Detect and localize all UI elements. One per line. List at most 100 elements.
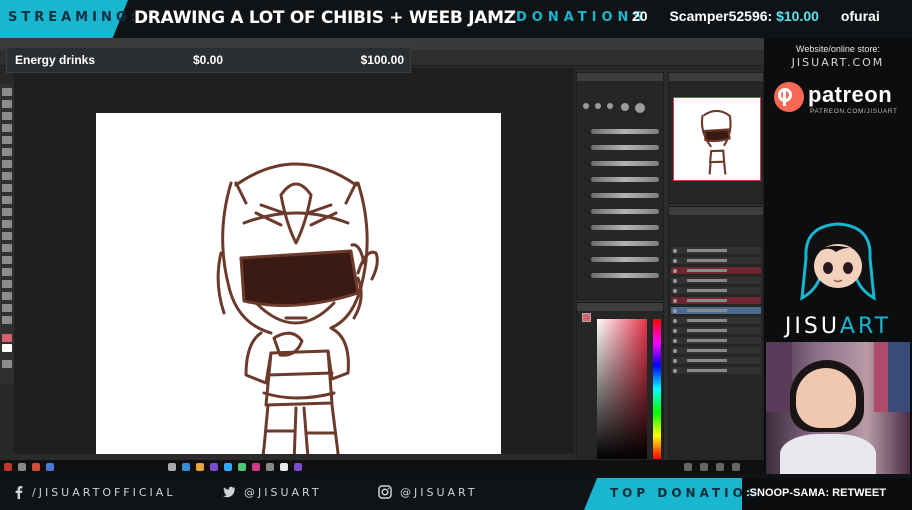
layer-row[interactable]	[671, 267, 761, 275]
brush-tip[interactable]	[583, 103, 589, 109]
brush-preset[interactable]	[591, 161, 659, 166]
eye-icon[interactable]	[673, 319, 677, 323]
eye-icon[interactable]	[673, 289, 677, 293]
eye-icon[interactable]	[673, 369, 677, 373]
app-icon[interactable]	[252, 463, 260, 471]
brush-tip[interactable]	[635, 103, 645, 113]
tray-icon[interactable]	[716, 463, 724, 471]
eye-icon[interactable]	[673, 309, 677, 313]
foreground-swatch[interactable]	[582, 313, 591, 322]
shape-tool-icon[interactable]	[2, 292, 12, 300]
background-color-swatch[interactable]	[2, 344, 12, 352]
brush-preset[interactable]	[591, 241, 659, 246]
brush-preset[interactable]	[591, 273, 659, 278]
pen-tool-icon[interactable]	[2, 256, 12, 264]
layer-row[interactable]	[671, 347, 761, 355]
brush-tool-icon[interactable]	[2, 172, 12, 180]
panel-tabs[interactable]	[577, 73, 663, 81]
navigator-thumbnail[interactable]	[673, 97, 761, 181]
app-icon[interactable]	[182, 463, 190, 471]
brush-preset[interactable]	[591, 257, 659, 262]
brush-preset[interactable]	[591, 193, 659, 198]
app-icon[interactable]	[18, 463, 26, 471]
layers-panel[interactable]	[668, 206, 764, 462]
photoshop-icon[interactable]	[224, 463, 232, 471]
bottom-banner: /JISUARTOFFICIAL @JISUART @JISUART TOP D…	[0, 474, 912, 510]
zoom-tool-icon[interactable]	[2, 316, 12, 324]
brush-tip[interactable]	[607, 103, 613, 109]
brush-preset[interactable]	[591, 225, 659, 230]
foreground-color-swatch[interactable]	[2, 334, 12, 342]
eye-icon[interactable]	[673, 259, 677, 263]
dodge-tool-icon[interactable]	[2, 244, 12, 252]
navigator-panel[interactable]	[668, 72, 764, 204]
blur-tool-icon[interactable]	[2, 232, 12, 240]
brush-preset[interactable]	[591, 145, 659, 150]
marquee-tool-icon[interactable]	[2, 100, 12, 108]
wand-tool-icon[interactable]	[2, 124, 12, 132]
drawing-canvas[interactable]	[96, 113, 501, 479]
layer-row[interactable]	[671, 367, 761, 375]
crop-tool-icon[interactable]	[2, 136, 12, 144]
eyedropper-tool-icon[interactable]	[2, 148, 12, 156]
eye-icon[interactable]	[673, 299, 677, 303]
app-icon[interactable]	[210, 463, 218, 471]
hue-slider[interactable]	[653, 319, 661, 459]
app-icon[interactable]	[168, 463, 176, 471]
eye-icon[interactable]	[673, 339, 677, 343]
layer-row[interactable]	[671, 247, 761, 255]
quick-mask-icon[interactable]	[2, 360, 12, 368]
layer-row[interactable]	[671, 317, 761, 325]
patreon-url[interactable]: PATREON.COM/JISUART	[810, 108, 898, 115]
healing-tool-icon[interactable]	[2, 160, 12, 168]
layer-row[interactable]	[671, 357, 761, 365]
layer-row[interactable]	[671, 277, 761, 285]
layer-row[interactable]	[671, 257, 761, 265]
eye-icon[interactable]	[673, 349, 677, 353]
brush-presets-panel[interactable]	[576, 72, 664, 300]
app-icon[interactable]	[46, 463, 54, 471]
brush-preset[interactable]	[591, 209, 659, 214]
brush-tip[interactable]	[621, 103, 629, 111]
app-icon[interactable]	[196, 463, 204, 471]
app-icon[interactable]	[238, 463, 246, 471]
eye-icon[interactable]	[673, 279, 677, 283]
move-tool-icon[interactable]	[2, 88, 12, 96]
app-icon[interactable]	[294, 463, 302, 471]
brush-tip[interactable]	[595, 103, 601, 109]
hand-tool-icon[interactable]	[2, 304, 12, 312]
panel-tabs[interactable]	[577, 303, 663, 311]
layer-row-selected[interactable]	[671, 307, 761, 315]
layer-row[interactable]	[671, 287, 761, 295]
saturation-field[interactable]	[597, 319, 647, 459]
tray-icon[interactable]	[700, 463, 708, 471]
eye-icon[interactable]	[673, 329, 677, 333]
app-icon[interactable]	[32, 463, 40, 471]
history-brush-tool-icon[interactable]	[2, 196, 12, 204]
color-picker-panel[interactable]	[576, 302, 664, 462]
layer-row[interactable]	[671, 297, 761, 305]
path-select-tool-icon[interactable]	[2, 280, 12, 288]
gradient-tool-icon[interactable]	[2, 220, 12, 228]
start-icon[interactable]	[4, 463, 12, 471]
type-tool-icon[interactable]	[2, 268, 12, 276]
tray-icon[interactable]	[732, 463, 740, 471]
brush-preset[interactable]	[591, 177, 659, 182]
document-workspace	[14, 68, 574, 479]
website-url[interactable]: JISUART.COM	[764, 56, 912, 69]
panel-tabs[interactable]	[669, 207, 763, 215]
tray-icon[interactable]	[684, 463, 692, 471]
layer-name	[687, 349, 727, 352]
layer-row[interactable]	[671, 337, 761, 345]
eye-icon[interactable]	[673, 249, 677, 253]
layer-row[interactable]	[671, 327, 761, 335]
lasso-tool-icon[interactable]	[2, 112, 12, 120]
stamp-tool-icon[interactable]	[2, 184, 12, 192]
brush-preset[interactable]	[591, 129, 659, 134]
app-icon[interactable]	[280, 463, 288, 471]
panel-tabs[interactable]	[669, 73, 763, 81]
eraser-tool-icon[interactable]	[2, 208, 12, 216]
app-icon[interactable]	[266, 463, 274, 471]
eye-icon[interactable]	[673, 359, 677, 363]
eye-icon[interactable]	[673, 269, 677, 273]
